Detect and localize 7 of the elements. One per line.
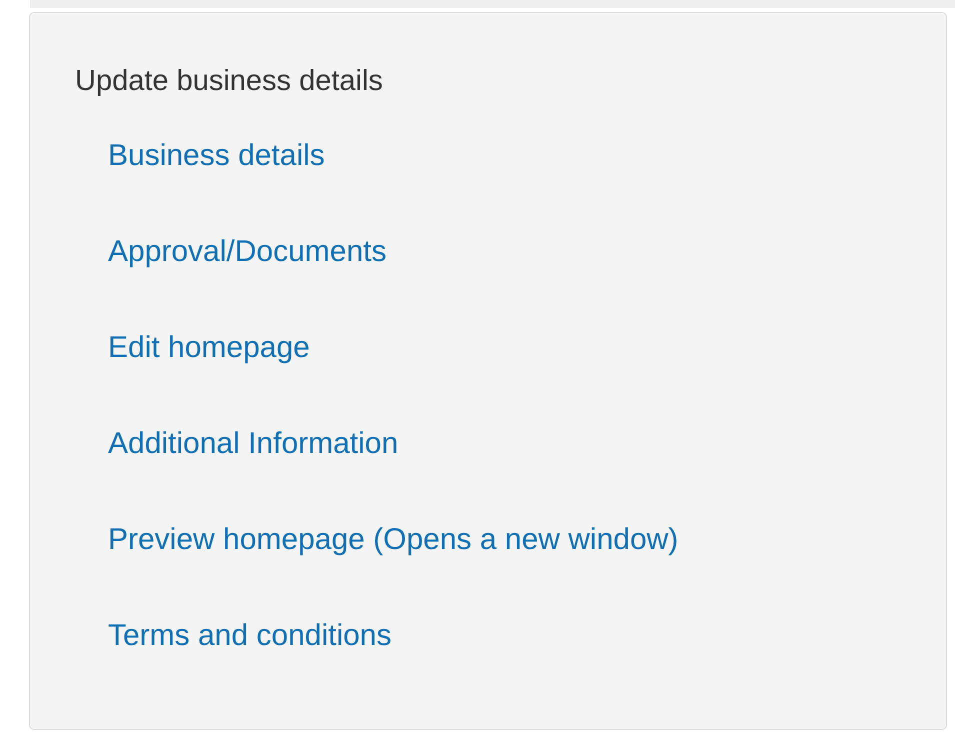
nav-link[interactable]: Additional Information [108,426,398,462]
nav-link[interactable]: Approval/Documents [108,234,386,270]
panel-heading: Update business details [75,64,383,99]
nav-link[interactable]: Business details [108,138,325,174]
nav-link[interactable]: Terms and conditions [108,618,392,654]
nav-link[interactable]: Preview homepage (Opens a new window) [108,522,678,558]
nav-link[interactable]: Edit homepage [108,330,310,366]
